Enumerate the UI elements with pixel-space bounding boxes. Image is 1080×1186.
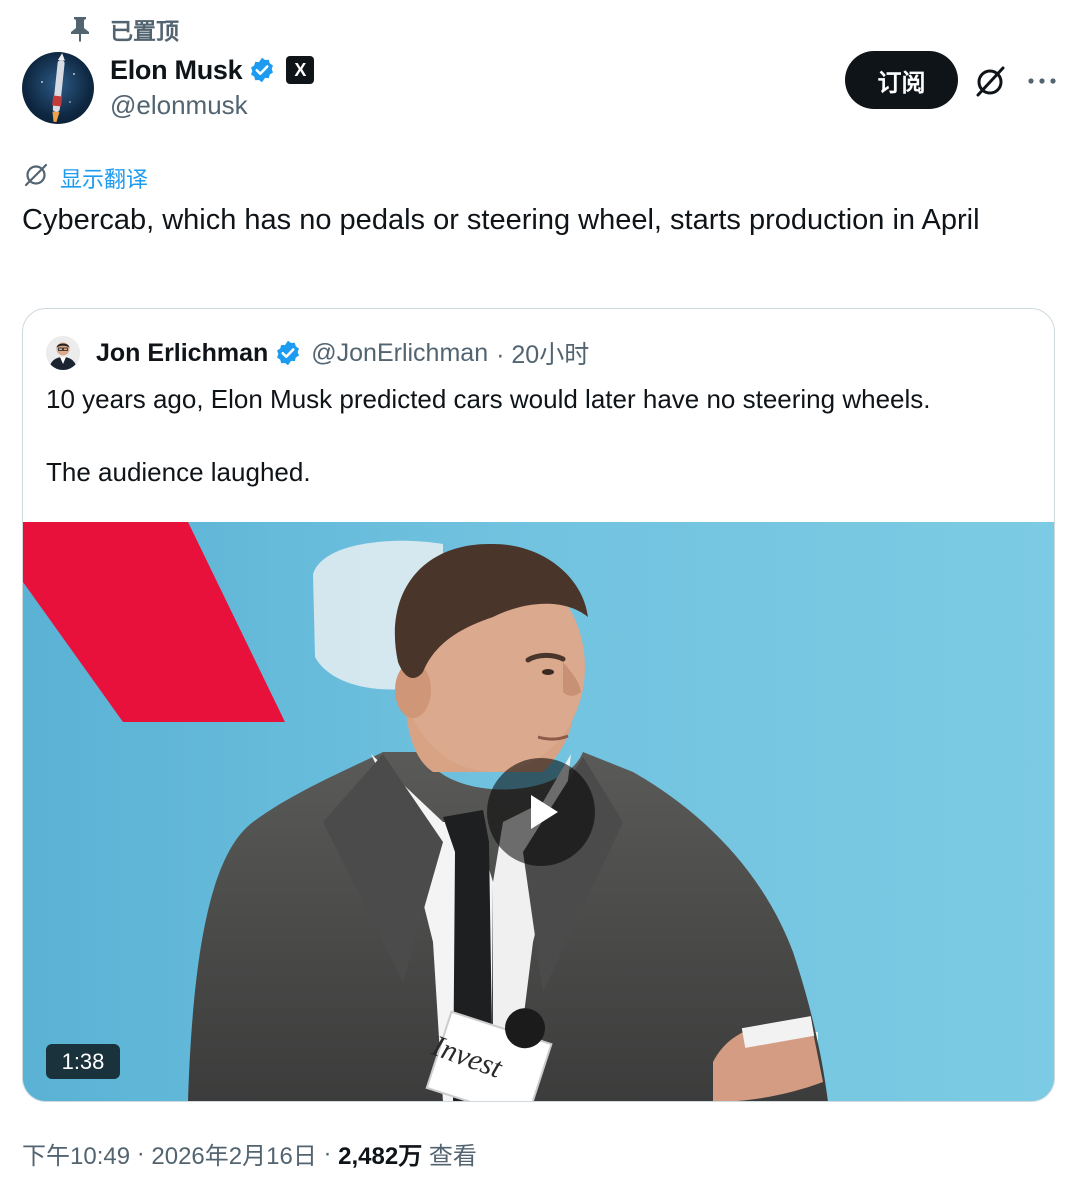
quoted-text-line: 10 years ago, Elon Musk predicted cars w… [46, 384, 931, 414]
quoted-author-name[interactable]: Jon Erlichman [96, 339, 268, 368]
quoted-tweet-text: 10 years ago, Elon Musk predicted cars w… [46, 381, 1036, 490]
author-avatar[interactable] [22, 52, 94, 124]
quoted-text-line: The audience laughed. [46, 457, 311, 487]
play-button[interactable] [487, 758, 595, 866]
verified-badge-icon [274, 339, 302, 367]
verified-badge-icon[interactable] [248, 56, 276, 84]
quoted-tweet[interactable]: Jon Erlichman @JonErlichman · 20小时 10 ye… [22, 308, 1055, 1102]
tweet-time[interactable]: 下午10:49 [22, 1136, 130, 1171]
quoted-tweet-header: Jon Erlichman @JonErlichman · 20小时 [46, 335, 589, 371]
quoted-author-handle[interactable]: @JonErlichman [311, 339, 488, 368]
pinned-indicator: 已置顶 [66, 13, 179, 45]
author-handle[interactable]: @elonmusk [110, 90, 314, 121]
affiliate-x-icon[interactable]: X [286, 56, 315, 84]
author-block: Elon Musk X @elonmusk [110, 52, 315, 121]
subscribe-button[interactable]: 订阅 [845, 51, 958, 109]
pinned-label: 已置顶 [110, 18, 179, 44]
show-translation-link[interactable]: 显示翻译 [22, 161, 148, 194]
show-translation-label: 显示翻译 [60, 166, 149, 192]
grok-icon[interactable] [970, 62, 1010, 102]
views-label: 查看 [422, 1143, 477, 1170]
more-icon[interactable] [1024, 66, 1060, 96]
separator-dot: · [130, 1139, 152, 1167]
views-count: 2,482万 [338, 1143, 423, 1170]
separator-dot: · [316, 1139, 339, 1167]
tweet-metadata: 下午10:49 · 2026年2月16日 · 2,482万 查看 [22, 1136, 477, 1171]
tweet-date[interactable]: 2026年2月16日 [151, 1136, 316, 1171]
quoted-author-avatar[interactable] [46, 336, 80, 370]
grok-icon [22, 161, 50, 194]
video-player[interactable]: Invest 1:38 [23, 522, 1054, 1101]
tweet-text: Cybercab, which has no pedals or steerin… [22, 204, 980, 236]
author-name[interactable]: Elon Musk [110, 55, 243, 86]
quoted-tweet-time[interactable]: · 20小时 [496, 335, 589, 371]
pin-icon [66, 15, 94, 43]
video-duration-badge: 1:38 [46, 1044, 120, 1079]
